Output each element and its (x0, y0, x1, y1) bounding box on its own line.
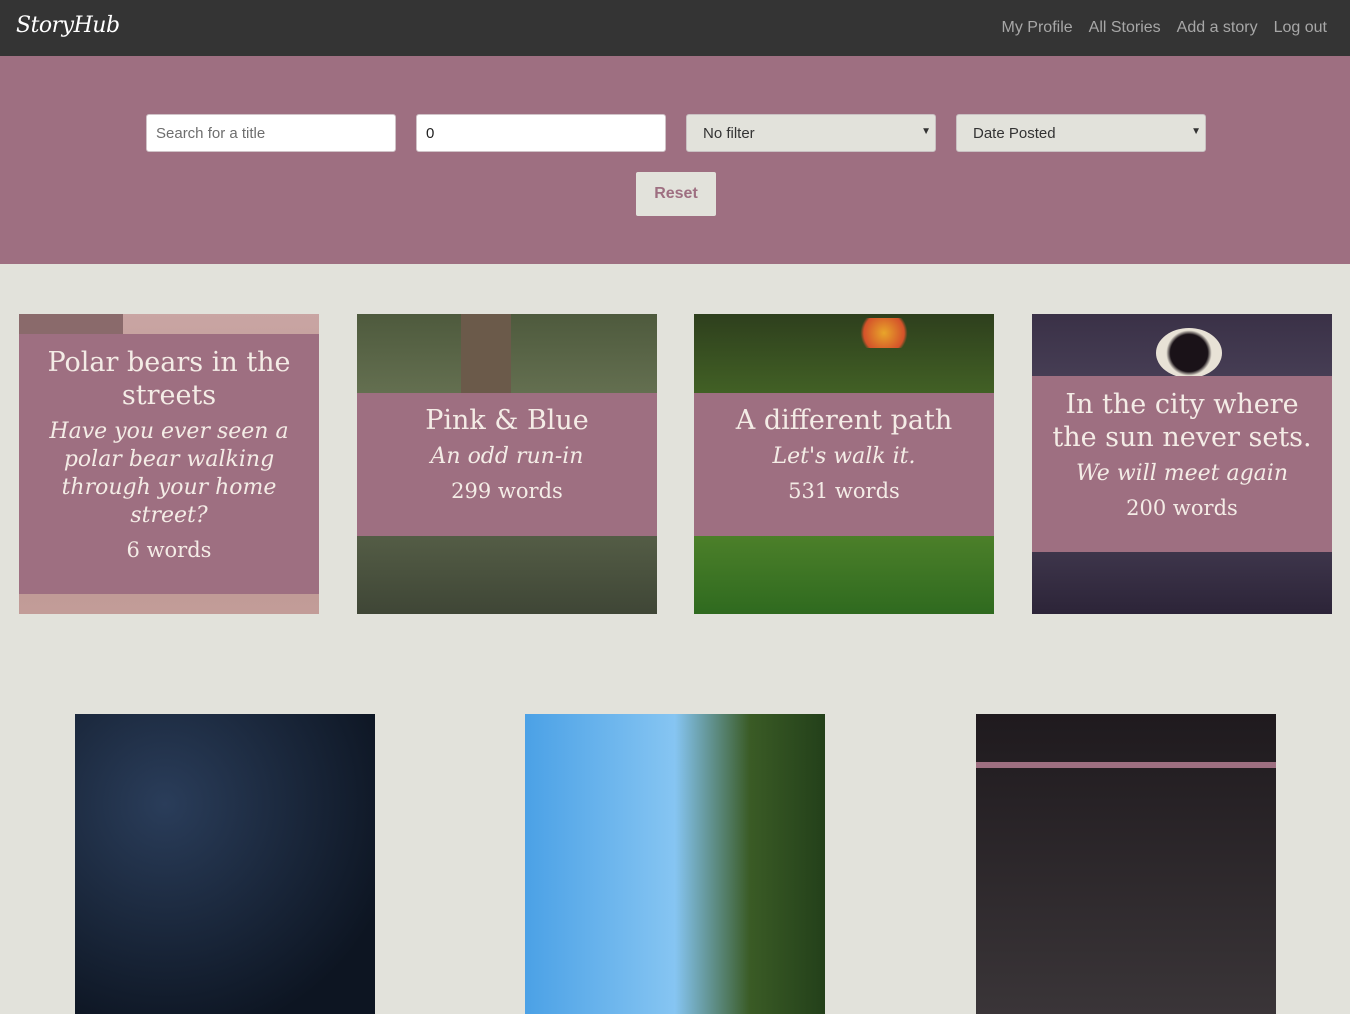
story-card[interactable] (525, 714, 825, 1014)
card-subtitle: Have you ever seen a polar bear walking … (49, 419, 289, 528)
sort-select-value: Date Posted (973, 124, 1056, 142)
card-subtitle: An odd run-in (430, 444, 584, 469)
story-card[interactable] (75, 714, 375, 1014)
filter-select[interactable]: No filter ▼ (686, 114, 936, 152)
filter-select-value: No filter (703, 124, 755, 142)
nav-link-log-out[interactable]: Log out (1274, 19, 1327, 37)
nav-link-all-stories[interactable]: All Stories (1089, 19, 1161, 37)
card-word-count: 200 words (1126, 496, 1238, 520)
search-title-input[interactable]: Search for a title (146, 114, 396, 152)
card-overlay: A different path Let's walk it. 531 word… (694, 393, 994, 536)
story-card[interactable] (976, 714, 1276, 1014)
card-title: A different path (735, 405, 953, 436)
card-word-count: 6 words (126, 538, 212, 562)
card-subtitle: We will meet again (1075, 461, 1289, 486)
card-title: Pink & Blue (425, 405, 589, 436)
card-word-count: 531 words (788, 479, 900, 503)
story-card[interactable]: Pink & Blue An odd run-in 299 words (357, 314, 657, 614)
reset-button[interactable]: Reset (636, 172, 716, 216)
card-title: In the city where the sun never sets. (1052, 389, 1312, 453)
nav-link-add-story[interactable]: Add a story (1177, 19, 1258, 37)
card-word-count: 299 words (451, 479, 563, 503)
card-overlay: Polar bears in the streets Have you ever… (19, 334, 319, 594)
card-image-detail (854, 318, 914, 348)
logo[interactable]: StoryHub (16, 13, 120, 38)
card-image-detail (19, 314, 123, 334)
card-overlay: In the city where the sun never sets. We… (1032, 376, 1332, 552)
chevron-down-icon: ▼ (921, 126, 931, 137)
card-image-detail (461, 314, 511, 393)
card-subtitle: Let's walk it. (772, 444, 916, 469)
story-card[interactable]: In the city where the sun never sets. We… (1032, 314, 1332, 614)
navbar: StoryHub My Profile All Stories Add a st… (0, 0, 1350, 56)
card-image-detail (1156, 328, 1222, 378)
story-card[interactable]: A different path Let's walk it. 531 word… (694, 314, 994, 614)
chevron-down-icon: ▼ (1191, 126, 1201, 137)
nav-link-my-profile[interactable]: My Profile (1002, 19, 1073, 37)
word-count-input[interactable]: 0 (416, 114, 666, 152)
sort-select[interactable]: Date Posted ▼ (956, 114, 1206, 152)
card-overlay: Pink & Blue An odd run-in 299 words (357, 393, 657, 536)
filter-panel: Search for a title 0 No filter ▼ Date Po… (0, 56, 1350, 264)
nav-links: My Profile All Stories Add a story Log o… (1002, 0, 1327, 56)
story-card[interactable]: Polar bears in the streets Have you ever… (19, 314, 319, 614)
card-overlay (976, 762, 1276, 768)
card-title: Polar bears in the streets (47, 347, 291, 411)
